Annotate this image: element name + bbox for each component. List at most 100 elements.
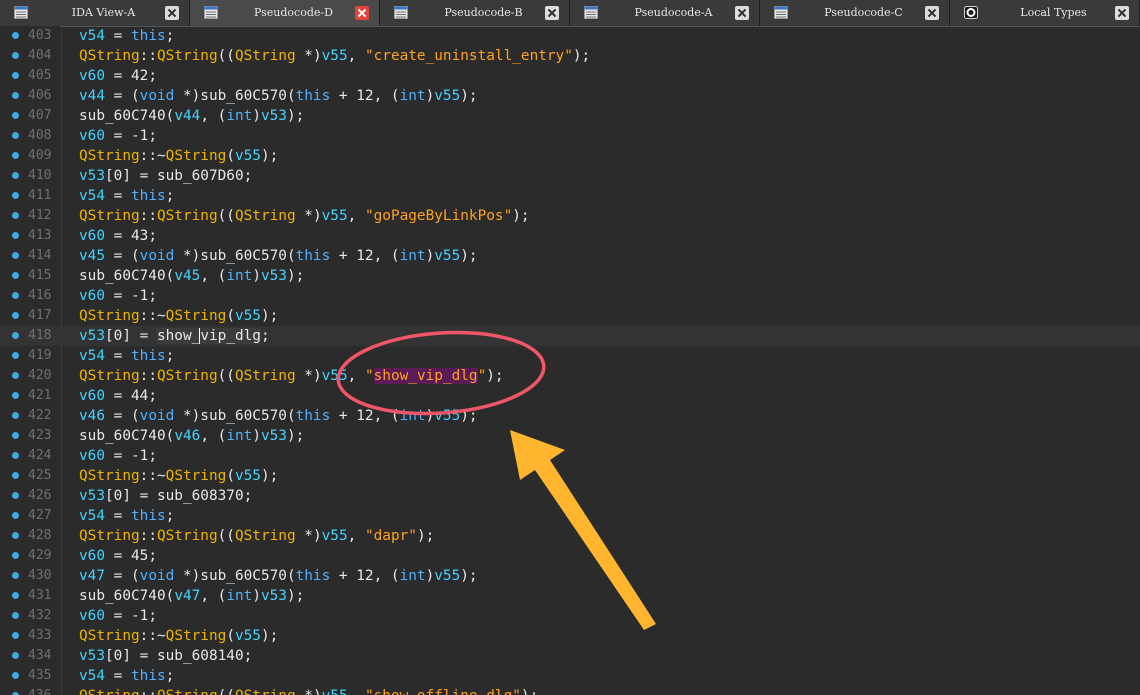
close-icon[interactable] [1115,6,1129,20]
code-line[interactable]: 424 v60 = -1; [0,446,1140,466]
breakpoint-dot-icon[interactable] [12,672,19,679]
breakpoint-dot-icon[interactable] [12,492,19,499]
breakpoint-dot-icon[interactable] [12,32,19,39]
tab-pseudocode-d[interactable]: Pseudocode-D [190,0,380,26]
breakpoint-dot-icon[interactable] [12,92,19,99]
code-line[interactable]: 430 v47 = (void *)sub_60C570(this + 12, (… [0,566,1140,586]
breakpoint-dot-icon[interactable] [12,52,19,59]
code-token: , [348,688,365,695]
code-token: + 12, ( [330,248,400,264]
code-line[interactable]: 418 v53[0] = show_vip_dlg; [0,326,1140,346]
breakpoint-dot-icon[interactable] [12,432,19,439]
code-token: QString [156,208,218,224]
pseudocode-editor[interactable]: 403 v54 = this; 404 QString::QString((QStri… [0,26,1140,695]
code-line[interactable]: 404 QString::QString((QString *)v55, "cre… [0,46,1140,66]
code-line[interactable]: 417 QString::~QString(v55); [0,306,1140,326]
breakpoint-dot-icon[interactable] [12,352,19,359]
code-token: ) [425,568,435,584]
tab-pseudocode-c[interactable]: Pseudocode-C [760,0,950,26]
code-token: QString [235,688,296,695]
code-line[interactable]: 411 v54 = this; [0,186,1140,206]
code-line[interactable]: 408 v60 = -1; [0,126,1140,146]
code-line[interactable]: 412 QString::QString((QString *)v55, "goP… [0,206,1140,226]
breakpoint-dot-icon[interactable] [12,192,19,199]
breakpoint-dot-icon[interactable] [12,632,19,639]
breakpoint-dot-icon[interactable] [12,332,19,339]
breakpoint-dot-icon[interactable] [12,252,19,259]
code-line[interactable]: 434 v53[0] = sub_608140; [0,646,1140,666]
code-token: QString [157,688,218,695]
breakpoint-dot-icon[interactable] [12,552,19,559]
breakpoint-dot-icon[interactable] [12,572,19,579]
code-text: v54 = this; [79,26,174,46]
breakpoint-dot-icon[interactable] [12,592,19,599]
code-line[interactable]: 431 sub_60C740(v47, (int)v53); [0,586,1140,606]
code-line[interactable]: 414 v45 = (void *)sub_60C570(this + 12, (… [0,246,1140,266]
breakpoint-dot-icon[interactable] [12,532,19,539]
code-line[interactable]: 407 sub_60C740(v44, (int)v53); [0,106,1140,126]
code-line[interactable]: 405 v60 = 42; [0,66,1140,86]
code-token: QString [234,368,296,384]
code-token: QString [79,308,140,324]
code-line[interactable]: 423 sub_60C740(v46, (int)v53); [0,426,1140,446]
code-text: v54 = this; [79,666,174,686]
breakpoint-dot-icon[interactable] [12,472,19,479]
code-line[interactable]: 409 QString::~QString(v55); [0,146,1140,166]
code-line[interactable]: 420 QString::QString((QString *)v55, "sho… [0,366,1140,386]
breakpoint-dot-icon[interactable] [12,512,19,519]
breakpoint-dot-icon[interactable] [12,132,19,139]
breakpoint-dot-icon[interactable] [12,232,19,239]
code-line[interactable]: 427 v54 = this; [0,506,1140,526]
breakpoint-dot-icon[interactable] [12,72,19,79]
code-area[interactable]: 403 v54 = this; 404 QString::QString((QStri… [0,26,1140,695]
code-token: ; [165,348,175,364]
close-icon[interactable] [925,6,939,20]
close-icon[interactable] [165,6,179,20]
breakpoint-dot-icon[interactable] [12,392,19,399]
code-token: v45 [79,248,105,264]
tab-pseudocode-a[interactable]: Pseudocode-A [570,0,760,26]
code-token: sub_60C740( [79,588,175,604]
tab-local-types[interactable]: Local Types [950,0,1140,26]
code-line[interactable]: 426 v53[0] = sub_608370; [0,486,1140,506]
tab-ida-view-a[interactable]: IDA View-A [0,0,190,26]
code-token: + 12, ( [330,88,400,104]
code-text: v53[0] = sub_607D60; [79,166,252,186]
code-line[interactable]: 429 v60 = 45; [0,546,1140,566]
code-text: v44 = (void *)sub_60C570(this + 12, (int… [79,86,478,106]
code-line[interactable]: 428 QString::QString((QString *)v55, "dap… [0,526,1140,546]
close-icon[interactable] [545,6,559,20]
code-line[interactable]: 403 v54 = this; [0,26,1140,46]
breakpoint-dot-icon[interactable] [12,612,19,619]
breakpoint-dot-icon[interactable] [12,212,19,219]
code-line[interactable]: 432 v60 = -1; [0,606,1140,626]
breakpoint-dot-icon[interactable] [12,292,19,299]
breakpoint-dot-icon[interactable] [12,372,19,379]
breakpoint-dot-icon[interactable] [12,652,19,659]
line-number: 421 [28,388,52,403]
code-line[interactable]: 416 v60 = -1; [0,286,1140,306]
close-icon[interactable] [355,6,369,20]
code-line[interactable]: 425 QString::~QString(v55); [0,466,1140,486]
code-line[interactable]: 421 v60 = 44; [0,386,1140,406]
breakpoint-dot-icon[interactable] [12,112,19,119]
code-line[interactable]: 435 v54 = this; [0,666,1140,686]
code-line[interactable]: 410 v53[0] = sub_607D60; [0,166,1140,186]
close-icon[interactable] [735,6,749,20]
code-line[interactable]: 413 v60 = 43; [0,226,1140,246]
code-line[interactable]: 415 sub_60C740(v45, (int)v53); [0,266,1140,286]
code-line[interactable]: 433 QString::~QString(v55); [0,626,1140,646]
breakpoint-dot-icon[interactable] [12,272,19,279]
code-line[interactable]: 422 v46 = (void *)sub_60C570(this + 12, (… [0,406,1140,426]
code-line[interactable]: 419 v54 = this; [0,346,1140,366]
tab-pseudocode-b[interactable]: Pseudocode-B [380,0,570,26]
breakpoint-dot-icon[interactable] [12,412,19,419]
breakpoint-dot-icon[interactable] [12,312,19,319]
breakpoint-dot-icon[interactable] [12,152,19,159]
line-number: 414 [28,248,52,263]
code-token: v60 [79,388,105,404]
breakpoint-dot-icon[interactable] [12,452,19,459]
code-line[interactable]: 406 v44 = (void *)sub_60C570(this + 12, (… [0,86,1140,106]
code-line[interactable]: 436QString::QString((QString *)v55, "sho… [0,686,1140,695]
breakpoint-dot-icon[interactable] [12,172,19,179]
